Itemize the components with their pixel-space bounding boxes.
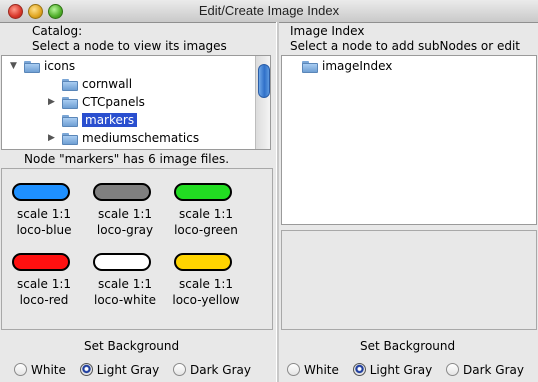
window-title: Edit/Create Image Index xyxy=(198,3,340,18)
image-tile[interactable]: scale 1:1 loco-white xyxy=(87,247,163,315)
image-tile[interactable]: scale 1:1 loco-yellow xyxy=(168,247,244,315)
index-title: Image Index xyxy=(290,24,365,38)
tree-node-label-selected: markers xyxy=(82,113,138,127)
radio-light-gray[interactable] xyxy=(352,363,366,376)
tree-node-label: icons xyxy=(44,59,76,73)
catalog-hint: Select a node to view its images xyxy=(32,39,227,53)
image-preview-panel: scale 1:1 loco-blue scale 1:1 loco-gray … xyxy=(1,168,273,330)
folder-icon xyxy=(62,78,78,91)
marker-swatch xyxy=(12,253,70,271)
folder-icon xyxy=(62,96,78,109)
tree-node-markers[interactable]: markers xyxy=(62,111,138,129)
index-preview-panel xyxy=(281,230,537,330)
image-name: loco-yellow xyxy=(172,293,240,307)
tree-node-label: imageIndex xyxy=(322,59,393,73)
image-name: loco-red xyxy=(19,293,69,307)
catalog-background-radio-group: White Light Gray Dark Gray xyxy=(14,362,261,378)
tree-node-icons[interactable]: ▼ icons xyxy=(10,57,76,75)
disclosure-expanded-icon[interactable]: ▼ xyxy=(10,57,17,75)
scrollbar-thumb[interactable] xyxy=(258,64,270,98)
marker-swatch xyxy=(174,183,232,201)
disclosure-collapsed-icon[interactable]: ▶ xyxy=(48,93,55,111)
marker-swatch xyxy=(12,183,70,201)
image-name: loco-green xyxy=(174,223,238,237)
image-scale: scale 1:1 xyxy=(16,277,72,291)
catalog-status: Node "markers" has 6 image files. xyxy=(24,152,230,166)
title-bar: Edit/Create Image Index xyxy=(0,0,538,23)
tree-node-imageindex[interactable]: imageIndex xyxy=(302,57,392,75)
image-tile[interactable]: scale 1:1 loco-gray xyxy=(87,177,163,245)
marker-swatch xyxy=(93,183,151,201)
radio-light-gray[interactable] xyxy=(79,363,93,376)
image-tile[interactable]: scale 1:1 loco-red xyxy=(6,247,82,315)
image-index-tree[interactable]: imageIndex xyxy=(281,55,537,225)
radio-label: Dark Gray xyxy=(463,362,524,377)
radio-white[interactable] xyxy=(14,363,27,376)
radio-label: White xyxy=(304,362,339,377)
index-background-radio-group: White Light Gray Dark Gray xyxy=(287,362,534,378)
folder-icon xyxy=(62,114,78,127)
catalog-tree[interactable]: ▼ icons cornwall ▶ CTCpanels markers ▶ m… xyxy=(1,55,271,150)
tree-node-label: CTCpanels xyxy=(82,95,145,109)
radio-dark-gray[interactable] xyxy=(446,363,460,376)
tree-node-label: mediumschematics xyxy=(82,131,200,145)
image-tile[interactable]: scale 1:1 loco-green xyxy=(168,177,244,245)
image-scale: scale 1:1 xyxy=(178,207,234,221)
tree-node-label: cornwall xyxy=(82,77,133,91)
image-name: loco-white xyxy=(93,293,156,307)
catalog-title: Catalog: xyxy=(32,24,83,38)
image-scale: scale 1:1 xyxy=(16,207,72,221)
folder-icon xyxy=(62,132,78,145)
disclosure-collapsed-icon[interactable]: ▶ xyxy=(48,129,55,147)
edit-image-index-window: Edit/Create Image Index Catalog: Select … xyxy=(0,0,538,382)
catalog-background-title: Set Background xyxy=(84,339,180,353)
tree-node-cornwall[interactable]: cornwall xyxy=(62,75,132,93)
image-scale: scale 1:1 xyxy=(97,207,153,221)
image-name: loco-blue xyxy=(16,223,72,237)
tree-node-ctcpanels[interactable]: ▶ CTCpanels xyxy=(48,93,145,111)
index-background-title: Set Background xyxy=(360,339,456,353)
tree-node-mediumschematics[interactable]: ▶ mediumschematics xyxy=(48,129,200,147)
image-scale: scale 1:1 xyxy=(97,277,153,291)
radio-label: Light Gray xyxy=(369,362,433,377)
folder-icon xyxy=(24,60,40,73)
marker-swatch xyxy=(174,253,232,271)
catalog-tree-scrollbar[interactable] xyxy=(255,56,270,149)
index-hint: Select a node to add subNodes or edit xyxy=(290,39,521,53)
radio-label: White xyxy=(31,362,66,377)
radio-label: Light Gray xyxy=(96,362,160,377)
radio-label: Dark Gray xyxy=(190,362,251,377)
radio-dark-gray[interactable] xyxy=(173,363,187,376)
radio-white[interactable] xyxy=(287,363,300,376)
image-tile[interactable]: scale 1:1 loco-blue xyxy=(6,177,82,245)
marker-swatch xyxy=(93,253,151,271)
folder-icon xyxy=(302,60,318,73)
split-pane-divider[interactable] xyxy=(276,22,279,382)
image-name: loco-gray xyxy=(96,223,154,237)
image-scale: scale 1:1 xyxy=(178,277,234,291)
